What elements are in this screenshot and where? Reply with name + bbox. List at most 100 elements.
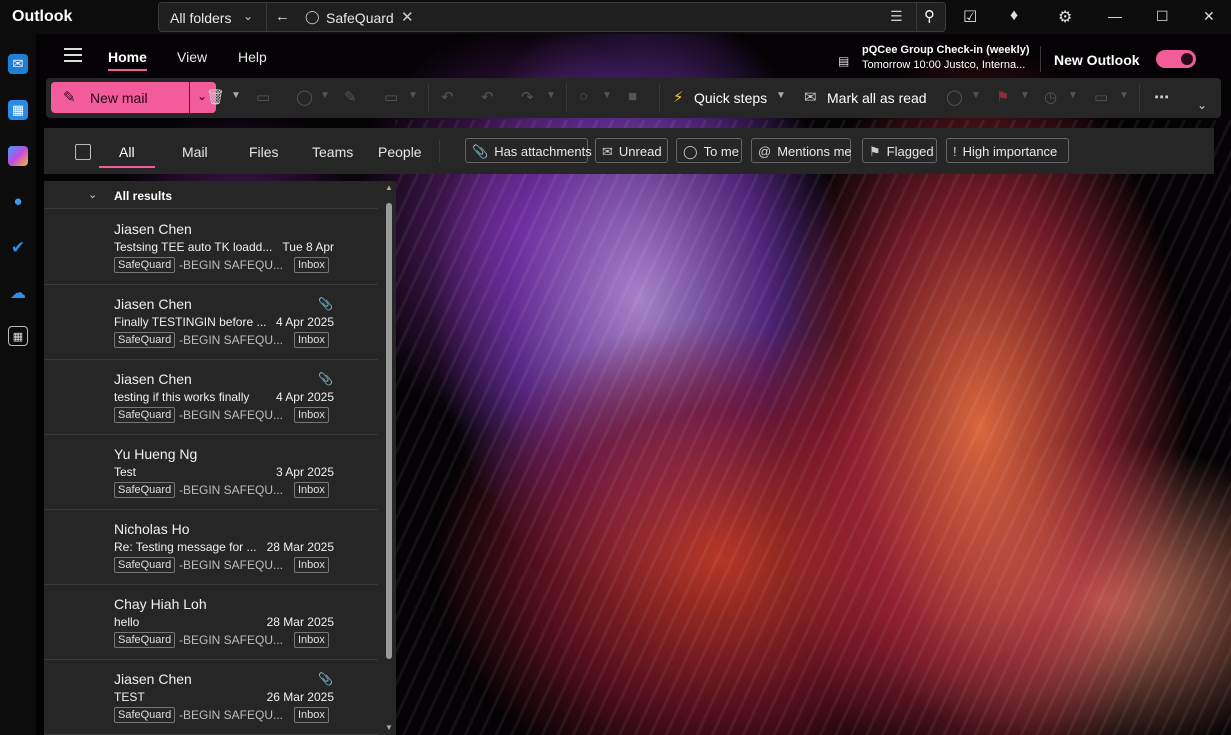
list-item[interactable]: Yu Hueng Ng Test 3 Apr 2025 SafeQuard -B… xyxy=(44,435,378,510)
message-subject: hello xyxy=(114,615,140,629)
scroll-down-icon[interactable]: ▼ xyxy=(385,723,393,732)
mail-icon[interactable]: ✉ xyxy=(8,54,28,74)
tab-help[interactable]: Help xyxy=(238,49,267,65)
reply-icon[interactable]: ↶ xyxy=(441,88,454,106)
chip-flagged[interactable]: ⚑ Flagged xyxy=(862,138,937,163)
onedrive-cloud-icon[interactable]: ☁ xyxy=(8,284,28,304)
tag-icon: ◯ xyxy=(305,9,320,24)
list-item[interactable]: Jiasen Chen 📎 TEST 26 Mar 2025 SafeQuard… xyxy=(44,660,378,735)
tag-categorize-icon[interactable]: ◯ xyxy=(946,88,963,106)
back-arrow-icon[interactable]: ← xyxy=(275,8,290,25)
message-sender: Nicholas Ho xyxy=(114,521,190,537)
hamburger-menu-icon[interactable] xyxy=(64,48,82,66)
rules-icon[interactable]: ▭ xyxy=(1094,88,1108,106)
filter-tab-mail[interactable]: Mail xyxy=(182,144,208,160)
scroll-up-icon[interactable]: ▲ xyxy=(385,183,393,192)
list-item[interactable]: Jiasen Chen 📎 testing if this works fina… xyxy=(44,360,378,435)
snooze-clock-icon[interactable]: ◷ xyxy=(1044,88,1057,106)
category-badge: SafeQuard xyxy=(114,707,176,723)
close-icon[interactable]: ✕ xyxy=(1203,8,1215,25)
message-sender: Jiasen Chen xyxy=(114,371,192,387)
list-group-header[interactable]: ⌄ All results xyxy=(44,181,378,209)
calendar-icon[interactable]: ▦ xyxy=(8,100,28,120)
more-apps-icon[interactable]: ▦ xyxy=(8,326,28,346)
divider xyxy=(1040,46,1041,72)
chat-dropdown[interactable]: ▼ xyxy=(602,90,612,101)
rules-dropdown[interactable]: ▼ xyxy=(1119,90,1129,101)
message-subject: testing if this works finally xyxy=(114,390,250,404)
todo-check-icon[interactable]: ✔ xyxy=(8,238,28,258)
filter-tab-teams[interactable]: Teams xyxy=(312,144,353,160)
list-scrollbar[interactable]: ▲ ▼ xyxy=(383,181,396,735)
search-box[interactable]: All folders ⌄ ← ◯ SafeQuard ✕ ☰ ⚲ xyxy=(158,2,946,32)
paperclip-icon: 📎 xyxy=(318,372,333,386)
flag-icon[interactable]: ⚑ xyxy=(996,88,1009,106)
filter-tab-files[interactable]: Files xyxy=(249,144,279,160)
mark-all-read-button[interactable]: Mark all as read xyxy=(827,90,927,106)
teams-icon[interactable]: ■ xyxy=(628,88,637,105)
minimize-icon[interactable]: — xyxy=(1108,8,1122,24)
message-list: ⌄ All results Jiasen Chen Testsing TEE a… xyxy=(44,181,396,735)
archive-icon[interactable]: ▭ xyxy=(256,88,270,106)
filter-tab-all[interactable]: All xyxy=(99,144,154,168)
filter-icon[interactable]: ☰ xyxy=(890,8,903,25)
people-icon[interactable]: ● xyxy=(8,192,28,212)
snooze-dropdown[interactable]: ▼ xyxy=(1068,90,1078,101)
bell-icon[interactable]: ♦ xyxy=(1010,7,1018,25)
message-sender: Jiasen Chen xyxy=(114,671,192,687)
new-mail-button[interactable]: ✎ New mail xyxy=(51,82,189,113)
my-day-icon[interactable]: ☑ xyxy=(963,7,977,27)
chip-high-importance[interactable]: ! High importance xyxy=(946,138,1069,163)
search-button[interactable]: ⚲ xyxy=(916,3,946,31)
list-item[interactable]: Nicholas Ho Re: Testing message for ... … xyxy=(44,510,378,585)
copilot-icon[interactable] xyxy=(8,146,28,166)
search-scope-dropdown[interactable]: All folders ⌄ xyxy=(159,3,267,31)
delete-dropdown[interactable]: ▼ xyxy=(231,90,241,101)
more-options-icon[interactable]: ⋯ xyxy=(1154,88,1169,106)
group-title: All results xyxy=(114,189,173,203)
sweep-broom-icon[interactable]: ✎ xyxy=(344,88,357,106)
filter-tab-people[interactable]: People xyxy=(378,144,422,160)
message-preview: -BEGIN SAFEQU... xyxy=(179,333,284,347)
chip-has-attachments[interactable]: 📎 Has attachments xyxy=(465,138,592,163)
chip-unread[interactable]: ✉ Unread xyxy=(595,138,668,163)
flag-dropdown[interactable]: ▼ xyxy=(1020,90,1030,101)
delete-trash-icon[interactable]: 🗑 xyxy=(206,88,225,106)
new-outlook-toggle[interactable] xyxy=(1156,50,1196,68)
chip-mentions-me[interactable]: @ Mentions me xyxy=(751,138,852,163)
chip-to-me[interactable]: ◯ To me xyxy=(676,138,742,163)
list-item[interactable]: Jiasen Chen 📎 Finally TESTINGIN before .… xyxy=(44,285,378,360)
forward-dropdown[interactable]: ▼ xyxy=(546,90,556,101)
message-date: 4 Apr 2025 xyxy=(275,390,334,404)
message-date: Tue 8 Apr xyxy=(282,240,334,254)
maximize-icon[interactable]: ☐ xyxy=(1156,8,1169,25)
search-filter-bar: All Mail Files Teams People 📎 Has attachm… xyxy=(44,128,1214,174)
clear-search-icon[interactable]: ✕ xyxy=(401,8,414,26)
scrollbar-thumb[interactable] xyxy=(386,203,392,659)
quick-steps-button[interactable]: Quick steps xyxy=(694,90,767,106)
report-dropdown[interactable]: ▼ xyxy=(320,90,330,101)
paperclip-icon: 📎 xyxy=(318,672,333,686)
list-item[interactable]: Jiasen Chen Testsing TEE auto TK loadd..… xyxy=(44,210,378,285)
message-subject: Re: Testing message for ... xyxy=(114,540,257,554)
report-shield-icon[interactable]: ◯ xyxy=(296,88,313,106)
search-input[interactable]: SafeQuard xyxy=(326,10,394,26)
reply-all-icon[interactable]: ↶ xyxy=(481,88,494,106)
quick-steps-dropdown[interactable]: ▼ xyxy=(776,90,786,101)
expand-ribbon-icon[interactable]: ⌄ xyxy=(1197,98,1207,112)
message-preview: -BEGIN SAFEQU... xyxy=(179,708,284,722)
forward-icon[interactable]: ↷ xyxy=(521,88,534,106)
list-item[interactable]: Chay Hiah Loh hello 28 Mar 2025 SafeQuar… xyxy=(44,585,378,660)
tab-home[interactable]: Home xyxy=(108,49,147,71)
categorize-dropdown[interactable]: ▼ xyxy=(971,90,981,101)
tab-view[interactable]: View xyxy=(177,49,207,65)
move-dropdown[interactable]: ▼ xyxy=(408,90,418,101)
move-folder-icon[interactable]: ▭ xyxy=(384,88,398,106)
divider xyxy=(1139,84,1140,112)
message-subject: Testsing TEE auto TK loadd... xyxy=(114,240,273,254)
select-all-checkbox[interactable] xyxy=(75,144,91,160)
chat-icon[interactable]: ○ xyxy=(579,88,588,105)
divider xyxy=(428,84,429,112)
gear-icon[interactable]: ⚙ xyxy=(1058,7,1072,27)
background-wallpaper-stripes xyxy=(395,120,1231,735)
